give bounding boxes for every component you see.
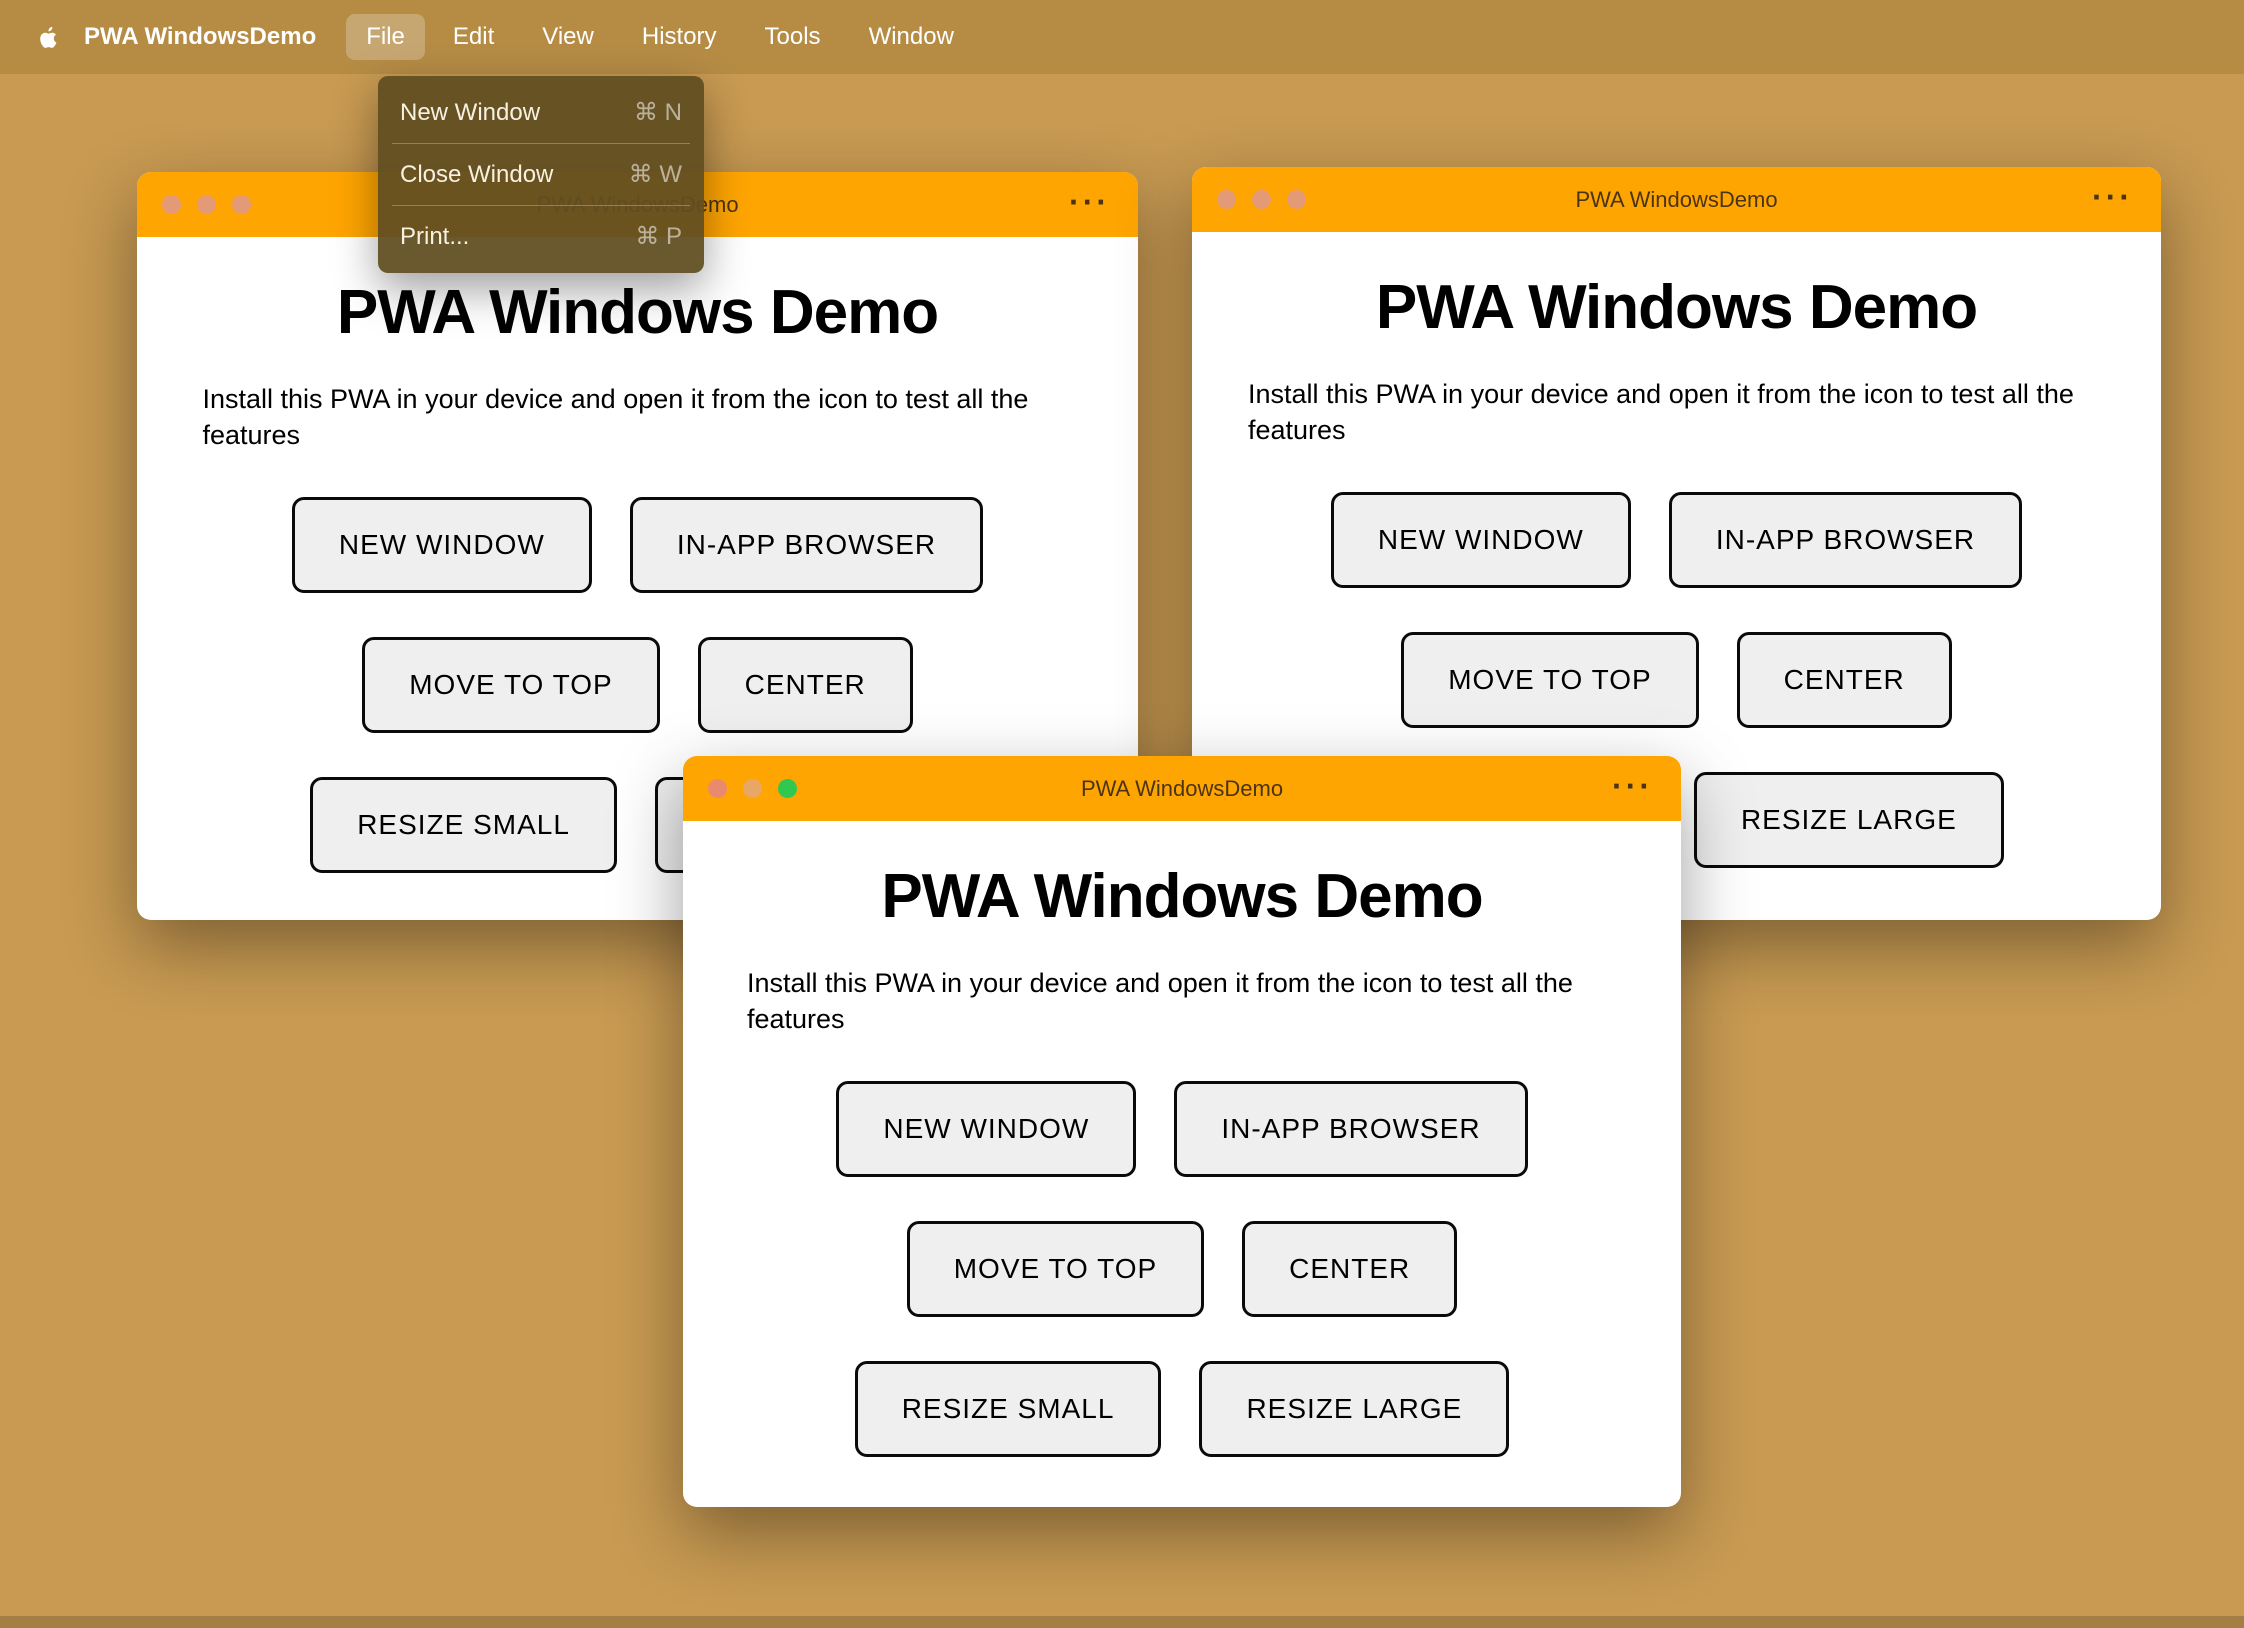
button-row: NEW WINDOW IN-APP BROWSER	[291, 497, 984, 594]
center-button[interactable]: CENTER	[697, 637, 913, 734]
minimize-window-icon[interactable]	[743, 779, 762, 798]
in-app-browser-button[interactable]: IN-APP BROWSER	[629, 497, 984, 594]
resize-large-button[interactable]: RESIZE LARGE	[1693, 772, 2004, 869]
move-to-top-button[interactable]: MOVE TO TOP	[906, 1221, 1205, 1318]
menu-separator	[392, 205, 690, 206]
menu-item-label: New Window	[400, 98, 541, 126]
move-to-top-button[interactable]: MOVE TO TOP	[1401, 632, 1699, 729]
new-window-button[interactable]: NEW WINDOW	[1330, 492, 1631, 589]
resize-small-button[interactable]: RESIZE SMALL	[854, 1361, 1162, 1458]
button-row: RESIZE SMALL RESIZE LARGE	[854, 1361, 1510, 1458]
window-title: PWA WindowsDemo	[1575, 186, 1778, 212]
new-window-button[interactable]: NEW WINDOW	[836, 1081, 1137, 1178]
menubar-item-tools[interactable]: Tools	[745, 14, 841, 60]
close-window-icon[interactable]	[162, 195, 181, 214]
window-overflow-menu-icon[interactable]: ···	[2092, 181, 2133, 213]
zoom-window-icon[interactable]	[1287, 190, 1306, 209]
resize-large-button[interactable]: RESIZE LARGE	[1199, 1361, 1510, 1458]
page-title: PWA Windows Demo	[1375, 273, 1978, 342]
pwa-window-front: PWA WindowsDemo ··· PWA Windows Demo Ins…	[683, 756, 1681, 1507]
window-title: PWA WindowsDemo	[1080, 775, 1284, 801]
menubar-item-file[interactable]: File	[346, 14, 425, 60]
menu-item-shortcut: ⌘ P	[635, 223, 682, 250]
move-to-top-button[interactable]: MOVE TO TOP	[362, 637, 660, 734]
menubar-item-edit[interactable]: Edit	[433, 14, 514, 60]
menubar-item-window[interactable]: Window	[849, 14, 974, 60]
menubar-item-view[interactable]: View	[522, 14, 614, 60]
center-button[interactable]: CENTER	[1242, 1221, 1458, 1318]
close-window-icon[interactable]	[1217, 190, 1236, 209]
traffic-lights	[708, 779, 797, 798]
button-row: NEW WINDOW IN-APP BROWSER	[1330, 492, 2023, 589]
minimize-window-icon[interactable]	[1252, 190, 1271, 209]
menu-item-shortcut: ⌘ N	[634, 99, 682, 126]
page-description: Install this PWA in your device and open…	[1248, 379, 2074, 445]
traffic-lights	[1217, 190, 1306, 209]
window-titlebar[interactable]: PWA WindowsDemo ···	[683, 756, 1681, 821]
button-row: NEW WINDOW IN-APP BROWSER	[836, 1081, 1528, 1178]
menu-item-close-window[interactable]: Close Window ⌘ W	[378, 145, 704, 204]
menu-item-label: Print...	[400, 222, 470, 250]
menubar-app-name[interactable]: PWA WindowsDemo	[84, 23, 316, 51]
dock-edge	[0, 1616, 2244, 1628]
zoom-window-icon[interactable]	[778, 779, 797, 798]
resize-small-button[interactable]: RESIZE SMALL	[310, 777, 617, 874]
button-row: MOVE TO TOP CENTER	[906, 1221, 1458, 1318]
page-title: PWA Windows Demo	[336, 278, 939, 347]
button-row: MOVE TO TOP CENTER	[1401, 632, 1952, 729]
menubar-item-history[interactable]: History	[622, 14, 737, 60]
traffic-lights	[162, 195, 251, 214]
zoom-window-icon[interactable]	[232, 195, 251, 214]
window-overflow-menu-icon[interactable]: ···	[1612, 770, 1653, 802]
menubar: PWA WindowsDemo File Edit View History T…	[0, 0, 2244, 74]
menu-item-label: Close Window	[400, 160, 554, 188]
in-app-browser-button[interactable]: IN-APP BROWSER	[1668, 492, 2023, 589]
button-row: MOVE TO TOP CENTER	[362, 637, 913, 734]
menu-separator	[392, 143, 690, 144]
page-description: Install this PWA in your device and open…	[202, 384, 1029, 450]
page-title: PWA Windows Demo	[881, 862, 1483, 931]
center-button[interactable]: CENTER	[1736, 632, 1952, 729]
new-window-button[interactable]: NEW WINDOW	[291, 497, 592, 594]
file-dropdown-menu: New Window ⌘ N Close Window ⌘ W Print...…	[378, 76, 704, 273]
in-app-browser-button[interactable]: IN-APP BROWSER	[1174, 1081, 1528, 1178]
window-titlebar[interactable]: PWA WindowsDemo ···	[1192, 167, 2161, 232]
minimize-window-icon[interactable]	[197, 195, 216, 214]
apple-menu-icon[interactable]	[26, 24, 70, 51]
close-window-icon[interactable]	[708, 779, 727, 798]
window-content: PWA Windows Demo Install this PWA in you…	[683, 821, 1681, 1507]
menu-item-new-window[interactable]: New Window ⌘ N	[378, 83, 704, 142]
menu-item-print[interactable]: Print... ⌘ P	[378, 207, 704, 266]
page-description: Install this PWA in your device and open…	[747, 968, 1573, 1034]
window-overflow-menu-icon[interactable]: ···	[1069, 186, 1110, 218]
menu-item-shortcut: ⌘ W	[628, 161, 682, 188]
